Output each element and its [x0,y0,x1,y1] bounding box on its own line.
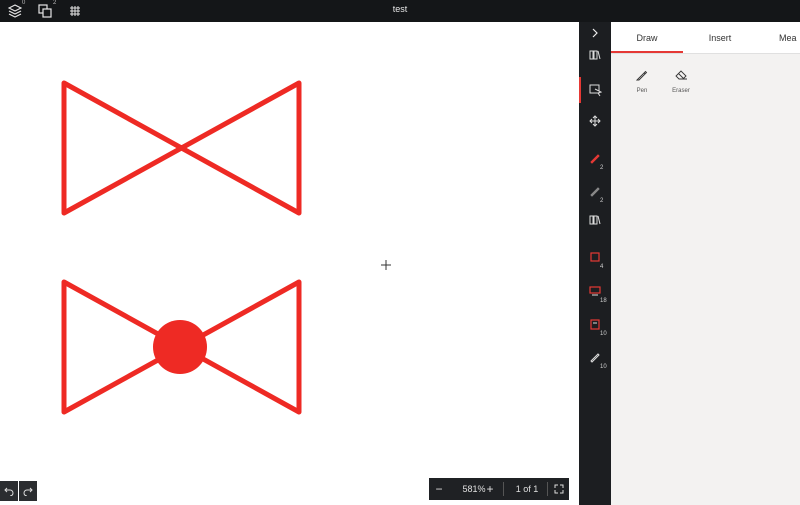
gray-pen-icon [590,187,600,197]
fit-screen-button[interactable] [548,478,569,500]
callout-count: 18 [600,298,607,304]
move-arrows-icon [589,115,601,127]
undo-button[interactable] [0,481,18,501]
tab-draw[interactable]: Draw [611,22,683,53]
redo-icon [23,487,33,496]
rail-pen-gray-button[interactable]: 2 [579,178,611,204]
rect-count: 4 [600,264,604,270]
undo-redo-group [0,481,38,501]
rail-rectangle-button[interactable]: 4 [579,244,611,270]
bowtie-knot [153,320,207,374]
note-count: 10 [600,331,607,337]
pen-red-count: 2 [600,165,604,171]
tab-measure[interactable]: Mea [779,22,800,53]
bowtie-with-knot-shape[interactable] [61,279,302,415]
eraser-tool-button[interactable]: Eraser [661,68,701,94]
pen-icon [635,70,648,81]
select-cursor-icon [589,84,602,96]
collapse-panel-button[interactable] [579,22,611,44]
bowtie-shape[interactable] [61,80,302,216]
redo-button[interactable] [19,481,37,501]
eraser-tool-label: Eraser [672,88,690,94]
rail-library-button[interactable] [579,44,611,66]
callout-icon [589,285,601,295]
zoom-out-button[interactable]: − [429,478,449,500]
rail-select-button[interactable] [579,77,611,103]
note-icon [590,318,600,330]
rail-pencil-button[interactable]: 10 [579,344,611,370]
top-bar: 0 2 test [0,0,800,22]
zoom-in-button[interactable]: + [480,478,500,500]
rail-library2-button[interactable] [579,209,611,231]
pen-tool-label: Pen [636,88,648,94]
drawing-canvas[interactable] [0,22,579,505]
rail-pen-red-button[interactable]: 2 [579,145,611,171]
undo-icon [4,487,14,496]
eraser-icon [674,70,687,80]
rail-note-button[interactable]: 10 [579,311,611,337]
tool-rail: 2 2 4 18 10 10 [579,22,611,505]
pencil-icon [590,353,600,363]
tools-panel: Draw Insert Mea Pen Eraser [611,22,800,505]
zoom-toolbar: − 581% + 1 of 1 [429,478,569,500]
zoom-divider [503,482,504,496]
red-pen-icon [590,154,600,164]
panel-tabs: Draw Insert Mea [611,22,800,54]
expand-icon [554,484,563,494]
rectangle-icon [590,252,600,262]
rail-callout-button[interactable]: 18 [579,278,611,304]
chevron-right-icon [592,28,598,38]
library-icon [589,50,601,60]
page-indicator[interactable]: 1 of 1 [505,478,549,500]
crosshair-cursor [381,260,391,270]
pen-gray-count: 2 [600,198,604,204]
pencil-count: 10 [600,364,607,370]
library-icon [589,215,601,225]
tab-insert[interactable]: Insert [695,22,745,53]
document-title: test [392,4,408,14]
rail-pan-button[interactable] [579,110,611,132]
pen-tool-button[interactable]: Pen [622,68,662,94]
